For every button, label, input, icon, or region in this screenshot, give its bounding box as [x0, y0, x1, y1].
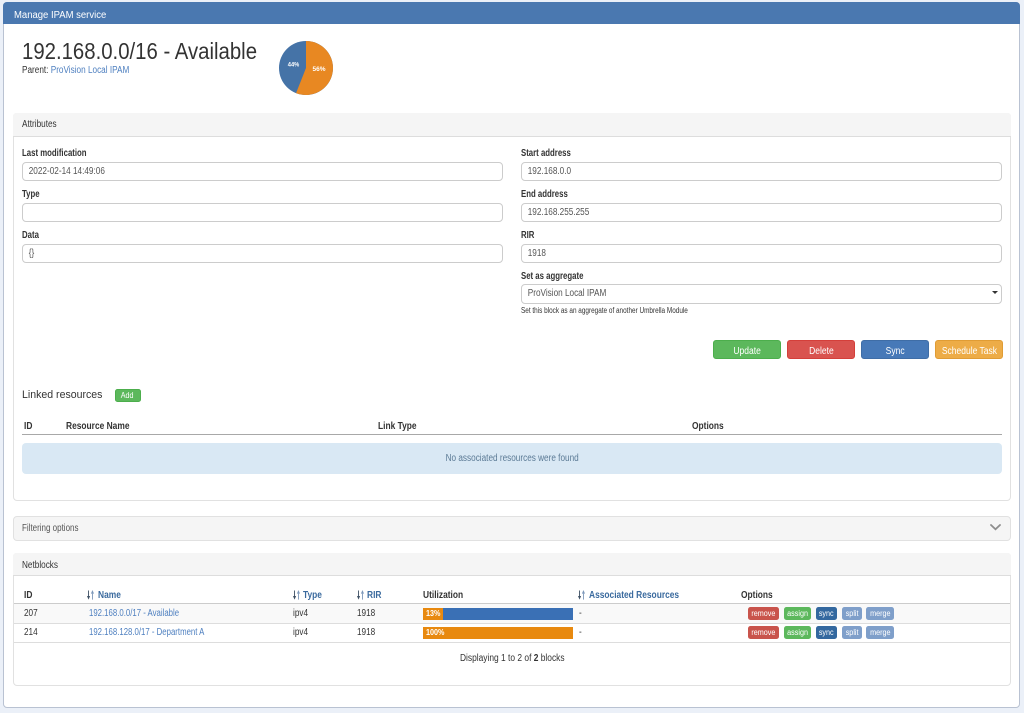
svg-text:44%: 44%: [288, 62, 300, 69]
svg-text:56%: 56%: [313, 66, 326, 73]
